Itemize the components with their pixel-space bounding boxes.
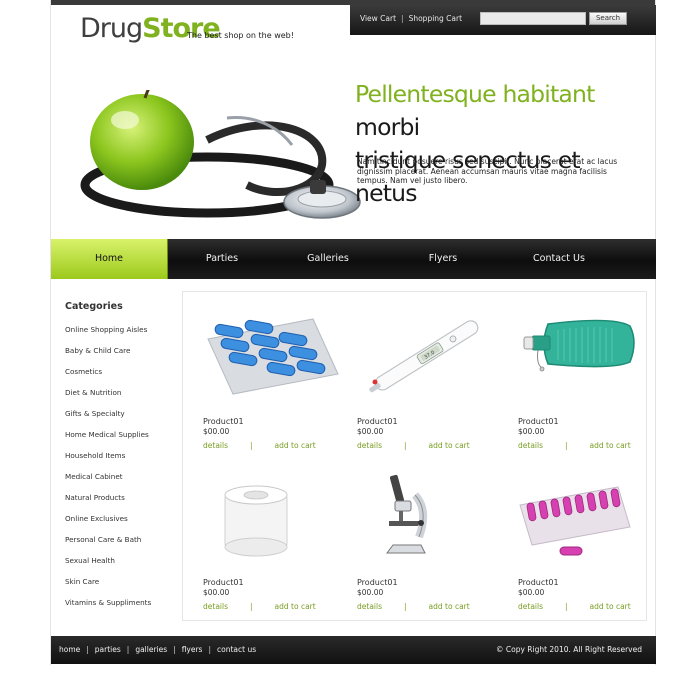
footer-separator: | bbox=[208, 645, 211, 654]
product-links: details | add to cart bbox=[357, 602, 470, 611]
product-price: $00.00 bbox=[518, 427, 545, 436]
top-bar: View Cart | Shopping Cart Search bbox=[350, 5, 656, 35]
product-links: details | add to cart bbox=[518, 441, 631, 450]
nav-flyers[interactable]: Flyers bbox=[389, 239, 497, 279]
product-card: Product01 $00.00 details | add to cart bbox=[357, 465, 497, 615]
product-links: details | add to cart bbox=[357, 441, 470, 450]
thermometer-icon[interactable]: 37.0 bbox=[357, 304, 497, 404]
product-links-separator: | bbox=[404, 602, 407, 611]
product-links-separator: | bbox=[565, 602, 568, 611]
product-price: $00.00 bbox=[357, 427, 384, 436]
nav-parties[interactable]: Parties bbox=[167, 239, 277, 279]
hero-description: Nam tincidunt posuere risus sed suscipit… bbox=[357, 157, 618, 185]
nav-home[interactable]: Home bbox=[51, 239, 168, 279]
product-name[interactable]: Product01 bbox=[203, 417, 244, 426]
category-item[interactable]: Baby & Child Care bbox=[65, 346, 151, 367]
blue-pills-blister-icon[interactable] bbox=[203, 304, 343, 404]
hero-headline-dark-1: morbi bbox=[355, 113, 420, 141]
copyright: © Copy Right 2010. All Right Reserved bbox=[495, 645, 642, 654]
hot-water-bottle-icon[interactable] bbox=[518, 304, 658, 404]
tagline: The best shop on the web! bbox=[187, 31, 294, 40]
add-to-cart-link[interactable]: add to cart bbox=[429, 441, 470, 450]
category-item[interactable]: Home Medical Supplies bbox=[65, 430, 151, 451]
details-link[interactable]: details bbox=[203, 602, 228, 611]
category-item[interactable]: Medical Cabinet bbox=[65, 472, 151, 493]
product-links-separator: | bbox=[250, 441, 253, 450]
category-item[interactable]: Personal Care & Bath bbox=[65, 535, 151, 556]
product-grid: Product01 $00.00 details | add to cart 37.… bbox=[182, 291, 647, 621]
product-price: $00.00 bbox=[357, 588, 384, 597]
footer-link-parties[interactable]: parties bbox=[95, 645, 121, 654]
product-card: Product01 $00.00 details | add to cart bbox=[203, 304, 343, 454]
microscope-icon[interactable] bbox=[357, 465, 497, 565]
footer: home | parties | galleries | flyers | contact us… bbox=[51, 636, 656, 664]
details-link[interactable]: details bbox=[203, 441, 228, 450]
view-cart-link[interactable]: View Cart bbox=[360, 14, 396, 23]
footer-link-home[interactable]: home bbox=[59, 645, 80, 654]
hero-headline-green: Pellentesque habitant bbox=[355, 80, 595, 108]
categories-list: Online Shopping Aisles Baby & Child Care… bbox=[65, 325, 151, 619]
search-button[interactable]: Search bbox=[589, 12, 627, 25]
product-card: 37.0 Product01 $00.00 details | add to car… bbox=[357, 304, 497, 454]
add-to-cart-link[interactable]: add to cart bbox=[590, 441, 631, 450]
category-item[interactable]: Vitamins & Suppliments bbox=[65, 598, 151, 619]
main-nav: Home Parties Galleries Flyers Contact Us bbox=[51, 239, 656, 279]
hero-headline: Pellentesque habitant morbi tristique sen… bbox=[355, 78, 645, 210]
product-name[interactable]: Product01 bbox=[357, 417, 398, 426]
product-name[interactable]: Product01 bbox=[357, 578, 398, 587]
logo-text-drug: Drug bbox=[80, 13, 143, 44]
add-to-cart-link[interactable]: add to cart bbox=[429, 602, 470, 611]
product-links-separator: | bbox=[404, 441, 407, 450]
product-price: $00.00 bbox=[203, 588, 230, 597]
pink-pills-blister-icon[interactable] bbox=[518, 465, 658, 565]
category-item[interactable]: Skin Care bbox=[65, 577, 151, 598]
footer-link-contact-us[interactable]: contact us bbox=[217, 645, 256, 654]
product-price: $00.00 bbox=[203, 427, 230, 436]
product-name[interactable]: Product01 bbox=[518, 578, 559, 587]
product-card: Product01 $00.00 details | add to cart bbox=[518, 304, 658, 454]
cart-links: View Cart | Shopping Cart bbox=[360, 14, 462, 23]
bandage-tape-roll-icon[interactable] bbox=[203, 465, 343, 565]
search-input[interactable] bbox=[480, 12, 586, 25]
product-card: Product01 $00.00 details | add to cart bbox=[203, 465, 343, 615]
product-links: details | add to cart bbox=[203, 441, 316, 450]
footer-separator: | bbox=[173, 645, 176, 654]
category-item[interactable]: Natural Products bbox=[65, 493, 151, 514]
nav-galleries[interactable]: Galleries bbox=[277, 239, 379, 279]
product-links: details | add to cart bbox=[518, 602, 631, 611]
category-item[interactable]: Diet & Nutrition bbox=[65, 388, 151, 409]
footer-links: home | parties | galleries | flyers | contact us bbox=[59, 645, 256, 654]
product-price: $00.00 bbox=[518, 588, 545, 597]
nav-contact-us[interactable]: Contact Us bbox=[507, 239, 611, 279]
details-link[interactable]: details bbox=[518, 602, 543, 611]
product-card: Product01 $00.00 details | add to cart bbox=[518, 465, 658, 615]
footer-link-flyers[interactable]: flyers bbox=[182, 645, 203, 654]
category-item[interactable]: Sexual Health bbox=[65, 556, 151, 577]
product-links: details | add to cart bbox=[203, 602, 316, 611]
category-item[interactable]: Online Shopping Aisles bbox=[65, 325, 151, 346]
product-name[interactable]: Product01 bbox=[203, 578, 244, 587]
product-name[interactable]: Product01 bbox=[518, 417, 559, 426]
footer-separator: | bbox=[126, 645, 130, 654]
details-link[interactable]: details bbox=[357, 441, 382, 450]
add-to-cart-link[interactable]: add to cart bbox=[590, 602, 631, 611]
shopping-cart-link[interactable]: Shopping Cart bbox=[409, 14, 462, 23]
details-link[interactable]: details bbox=[518, 441, 543, 450]
apple-stethoscope-image bbox=[80, 90, 361, 219]
product-links-separator: | bbox=[250, 602, 253, 611]
categories-title: Categories bbox=[65, 301, 123, 312]
add-to-cart-link[interactable]: add to cart bbox=[275, 441, 316, 450]
footer-separator: | bbox=[86, 645, 89, 654]
details-link[interactable]: details bbox=[357, 602, 382, 611]
category-item[interactable]: Online Exclusives bbox=[65, 514, 151, 535]
page-container: DrugStore The best shop on the web! View… bbox=[50, 0, 656, 665]
add-to-cart-link[interactable]: add to cart bbox=[275, 602, 316, 611]
footer-link-galleries[interactable]: galleries bbox=[135, 645, 167, 654]
product-links-separator: | bbox=[565, 441, 568, 450]
category-item[interactable]: Gifts & Specialty bbox=[65, 409, 151, 430]
category-item[interactable]: Cosmetics bbox=[65, 367, 151, 388]
category-item[interactable]: Household Items bbox=[65, 451, 151, 472]
cart-links-separator: | bbox=[401, 14, 404, 23]
